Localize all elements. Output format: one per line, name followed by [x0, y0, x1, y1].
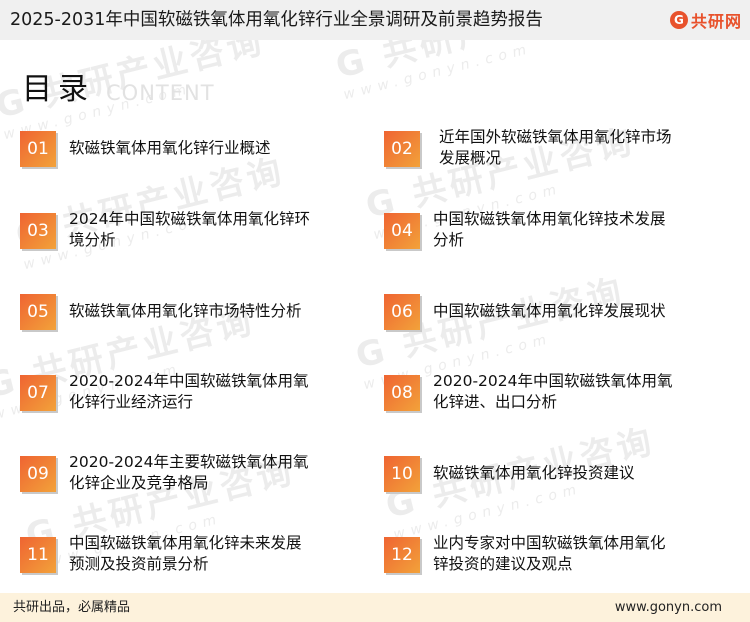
- toc-item-line: 发展概况: [439, 149, 502, 167]
- toc-number-badge: 12: [384, 537, 420, 573]
- toc-number-badge: 09: [20, 456, 56, 492]
- toc-item-line: 中国软磁铁氧体用氧化锌未来发展: [69, 534, 302, 552]
- toc-item-line: 业内专家对中国软磁铁氧体用氧化: [433, 534, 666, 552]
- footer-slogan: 共研出品，必属精品: [13, 600, 131, 615]
- toc-item-line: 中国软磁铁氧体用氧化锌技术发展: [433, 210, 666, 228]
- toc-number-badge: 08: [384, 375, 420, 411]
- toc-number-badge: 10: [384, 456, 420, 492]
- toc-item-label: 软磁铁氧体用氧化锌投资建议: [433, 463, 635, 484]
- toc-item-line: 预测及投资前景分析: [69, 555, 209, 573]
- toc-item-line: 软磁铁氧体用氧化锌市场特性分析: [69, 302, 302, 320]
- toc-item-label: 软磁铁氧体用氧化锌市场特性分析: [69, 301, 302, 322]
- toc-number-badge: 06: [384, 294, 420, 330]
- toc-item-label: 2020-2024年中国软磁铁氧体用氧 化锌行业经济运行: [69, 371, 309, 413]
- watermark-text: G 共研产业咨询www.gonyn.com: [332, 40, 609, 104]
- toc-item-line: 近年国外软磁铁氧体用氧化锌市场: [439, 128, 672, 146]
- toc-item-label: 2020-2024年中国软磁铁氧体用氧 化锌进、出口分析: [433, 371, 673, 413]
- toc-item-line: 2020-2024年中国软磁铁氧体用氧: [69, 372, 309, 390]
- toc-item-line: 2020-2024年主要软磁铁氧体用氧: [69, 453, 309, 471]
- toc-item-label: 2020-2024年主要软磁铁氧体用氧 化锌企业及竞争格局: [69, 452, 309, 494]
- document-title: 2025-2031年中国软磁铁氧体用氧化锌行业全景调研及前景趋势报告: [10, 10, 543, 30]
- brand-logo: G 共研网: [669, 6, 742, 34]
- footer-bar: 共研出品，必属精品 www.gonyn.com: [0, 593, 750, 622]
- toc-item-line: 软磁铁氧体用氧化锌行业概述: [69, 139, 271, 157]
- toc-item-label: 近年国外软磁铁氧体用氧化锌市场 发展概况: [439, 127, 672, 169]
- toc-item-line: 锌投资的建议及观点: [433, 555, 573, 573]
- toc-number-badge: 03: [20, 213, 56, 249]
- toc-number-badge: 02: [384, 131, 420, 167]
- toc-item-label: 软磁铁氧体用氧化锌行业概述: [69, 138, 271, 159]
- toc-number-badge: 11: [20, 537, 56, 573]
- toc-heading-english: CONTENT: [106, 81, 215, 105]
- toc-item-label: 2024年中国软磁铁氧体用氧化锌环 境分析: [69, 209, 310, 251]
- toc-item-line: 化锌进、出口分析: [433, 393, 558, 411]
- title-bar: 2025-2031年中国软磁铁氧体用氧化锌行业全景调研及前景趋势报告 G 共研网: [0, 0, 750, 40]
- toc-item-label: 中国软磁铁氧体用氧化锌未来发展 预测及投资前景分析: [69, 533, 302, 575]
- toc-number-badge: 04: [384, 213, 420, 249]
- brand-mark-icon: G: [669, 11, 688, 29]
- toc-item-line: 分析: [433, 231, 465, 249]
- toc-item-line: 2024年中国软磁铁氧体用氧化锌环: [69, 210, 310, 228]
- toc-item-label: 业内专家对中国软磁铁氧体用氧化 锌投资的建议及观点: [433, 533, 666, 575]
- toc-item-label: 中国软磁铁氧体用氧化锌技术发展 分析: [433, 209, 666, 251]
- toc-item-line: 软磁铁氧体用氧化锌投资建议: [433, 464, 635, 482]
- toc-number-badge: 05: [20, 294, 56, 330]
- toc-number-badge: 01: [20, 131, 56, 167]
- toc-item-line: 化锌企业及竞争格局: [69, 474, 209, 492]
- toc-number-badge: 07: [20, 375, 56, 411]
- toc-heading: 目录: [22, 72, 94, 107]
- footer-website[interactable]: www.gonyn.com: [615, 599, 722, 616]
- toc-item-line: 2020-2024年中国软磁铁氧体用氧: [433, 372, 673, 390]
- toc-item-label: 中国软磁铁氧体用氧化锌发展现状: [433, 301, 666, 322]
- toc-item-line: 中国软磁铁氧体用氧化锌发展现状: [433, 302, 666, 320]
- toc-item-line: 境分析: [69, 231, 116, 249]
- brand-name: 共研网: [690, 12, 742, 31]
- toc-item-line: 化锌行业经济运行: [69, 393, 194, 411]
